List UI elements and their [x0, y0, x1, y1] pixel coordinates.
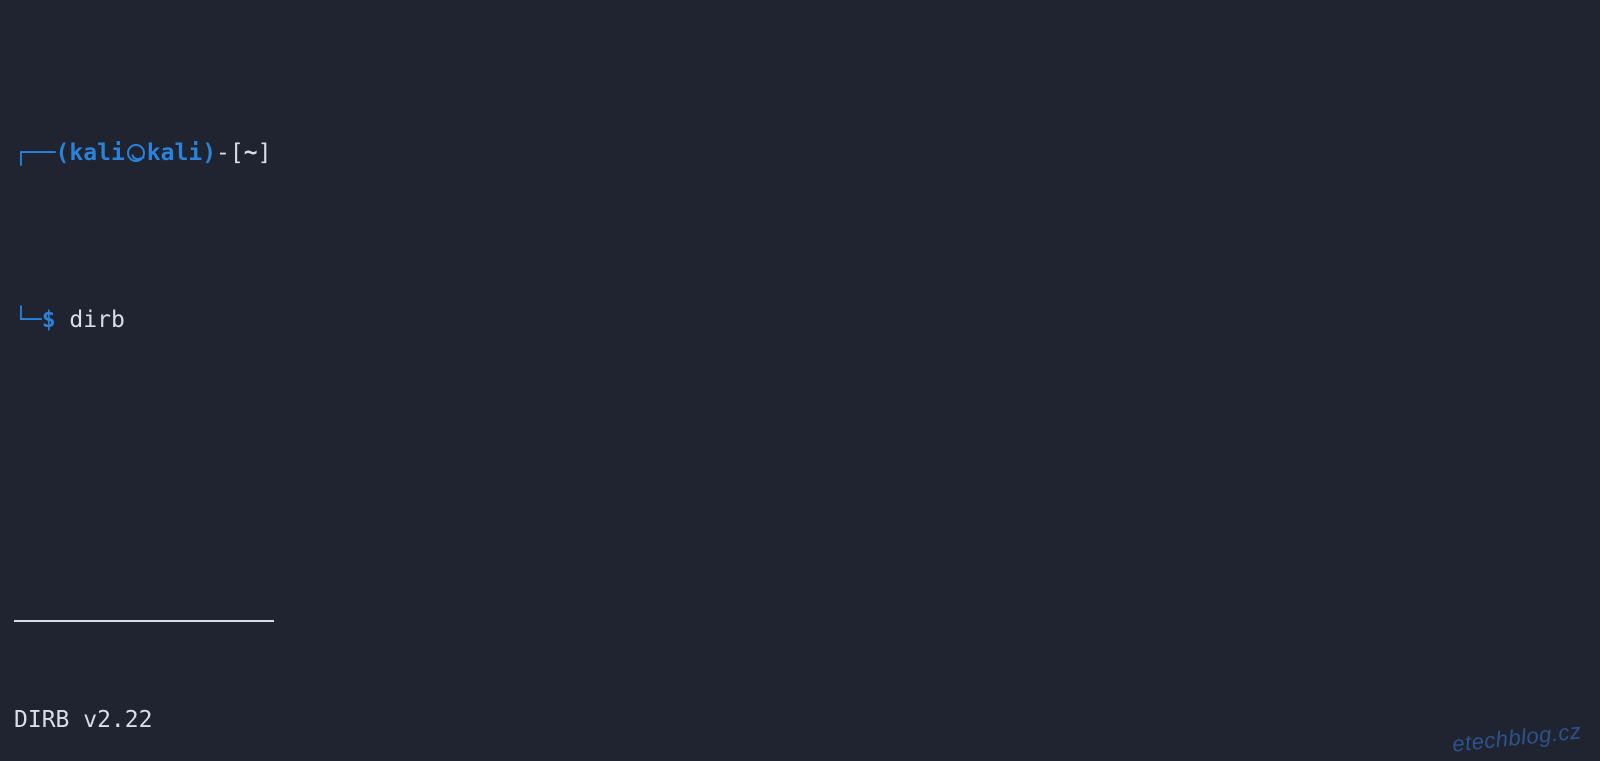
- blank-line: [14, 437, 1586, 470]
- terminal-output[interactable]: ┌──(kalikali)-[~] └─$ dirb DIRB v2.22 By…: [0, 0, 1600, 761]
- prompt-line-2: └─$ dirb: [14, 304, 1586, 337]
- prompt-cwd: ~: [244, 140, 258, 166]
- prompt-line-1: ┌──(kalikali)-[~]: [14, 137, 1586, 170]
- kali-logo-icon: [127, 144, 145, 162]
- banner-divider-top: [14, 604, 1586, 637]
- banner-name: DIRB v2.22: [14, 704, 1586, 737]
- prompt-symbol: $: [42, 307, 56, 333]
- prompt-host: kali: [147, 140, 202, 166]
- entered-command: dirb: [69, 307, 124, 333]
- prompt-user: kali: [69, 140, 124, 166]
